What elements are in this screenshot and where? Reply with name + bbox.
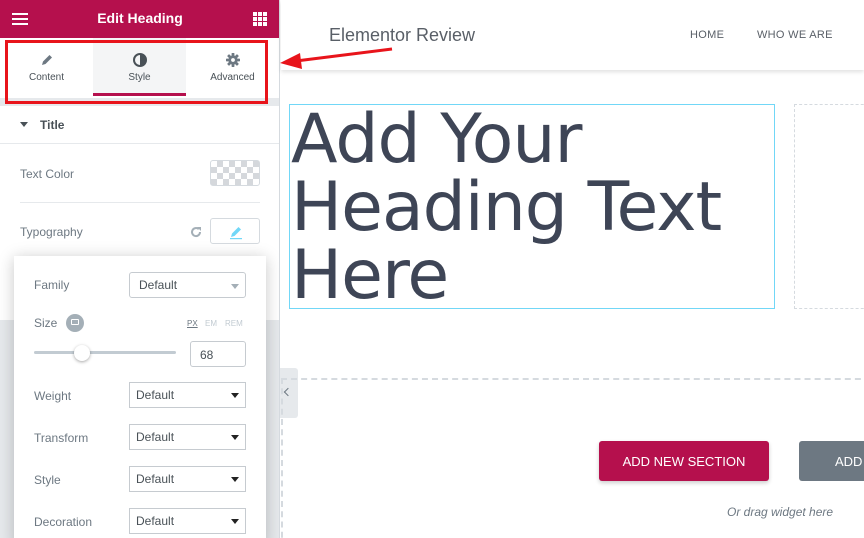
empty-column[interactable] [794, 104, 864, 309]
chevron-down-icon [231, 519, 239, 524]
add-new-section-button[interactable]: ADD NEW SECTION [599, 441, 769, 481]
panel-header: Edit Heading [0, 0, 279, 38]
heading-text[interactable]: Add Your Heading Text Here [291, 106, 761, 310]
weight-select[interactable]: Default [129, 382, 246, 408]
tabs-highlight-annotation [5, 40, 268, 104]
decoration-select[interactable]: Default [129, 508, 246, 534]
decoration-label: Decoration [34, 515, 93, 529]
control-divider [20, 202, 260, 203]
weight-label: Weight [34, 389, 72, 403]
annotation-arrow-icon [280, 47, 393, 69]
size-label: Size [34, 316, 58, 330]
panel-title: Edit Heading [97, 10, 183, 26]
style-value: Default [136, 472, 175, 486]
transform-value: Default [136, 430, 175, 444]
pencil-icon [230, 227, 242, 240]
chevron-down-icon [231, 477, 239, 482]
decoration-value: Default [136, 514, 175, 528]
add-template-button[interactable]: ADD [799, 441, 864, 481]
chevron-down-icon [231, 284, 239, 289]
responsive-device-icon[interactable] [66, 314, 84, 332]
style-label: Style [34, 473, 61, 487]
style-select[interactable]: Default [129, 466, 246, 492]
typography-label: Typography [20, 225, 83, 239]
typography-popover: Family Default Size PX EM REM 68 Weight … [14, 256, 266, 538]
section-title-toggle[interactable]: Title [0, 106, 279, 144]
nav-who-we-are[interactable]: WHO WE ARE [757, 29, 833, 41]
widgets-grid-icon[interactable] [253, 12, 267, 26]
unit-em[interactable]: EM [205, 319, 217, 328]
family-value: Default [139, 278, 178, 292]
chevron-down-icon [231, 393, 239, 398]
size-slider-handle[interactable] [74, 345, 91, 361]
family-select[interactable]: Default [129, 272, 246, 298]
text-color-picker[interactable] [210, 160, 260, 186]
size-input[interactable]: 68 [190, 341, 246, 367]
chevron-down-icon [231, 435, 239, 440]
drag-widget-hint: Or drag widget here [727, 505, 834, 519]
nav-home[interactable]: HOME [690, 29, 724, 41]
size-slider-track[interactable] [34, 351, 176, 354]
unit-rem[interactable]: REM [225, 319, 243, 328]
weight-value: Default [136, 388, 175, 402]
reset-icon[interactable] [189, 225, 203, 239]
typography-edit-button[interactable] [210, 218, 260, 244]
unit-px[interactable]: PX [187, 319, 198, 328]
transform-select[interactable]: Default [129, 424, 246, 450]
text-color-label: Text Color [20, 167, 75, 181]
transform-label: Transform [34, 431, 89, 445]
section-title-label: Title [40, 118, 65, 132]
caret-down-icon [20, 122, 28, 127]
family-label: Family [34, 278, 70, 292]
